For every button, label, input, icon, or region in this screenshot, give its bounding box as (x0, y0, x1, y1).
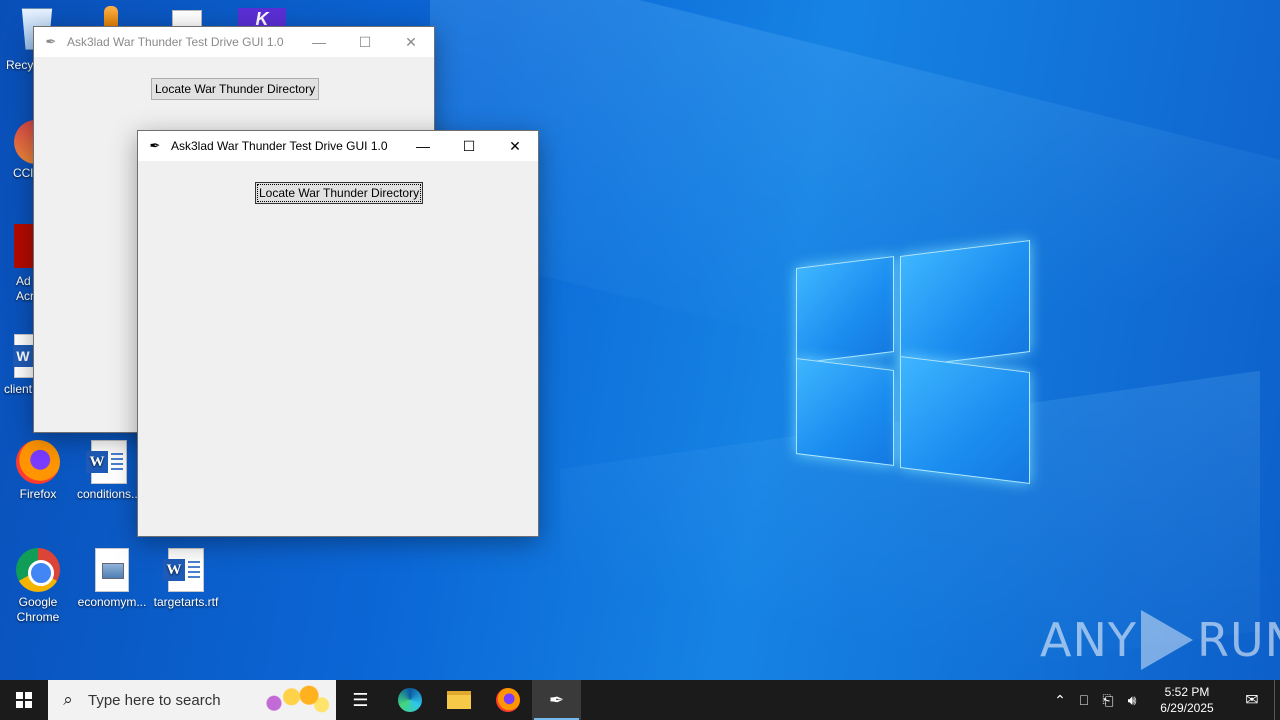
notification-icon[interactable]: ✉ (1230, 690, 1274, 710)
feather-icon: ✒ (45, 34, 57, 49)
desktop-icon-acrobat[interactable]: Ad Acr (0, 274, 36, 304)
minimize-button[interactable]: — (296, 27, 342, 57)
maximize-button[interactable]: ☐ (342, 27, 388, 57)
app-icon[interactable]: K (238, 8, 286, 29)
taskbar: ⌕ Type here to search ☰ ✒ ⌃ ⎕ ⎗ 🔊︎ 5:52 … (0, 680, 1280, 720)
locate-directory-button[interactable]: Locate War Thunder Directory (255, 182, 424, 204)
start-button[interactable] (0, 680, 48, 720)
minimize-button[interactable]: — (400, 131, 446, 161)
close-button[interactable]: ✕ (492, 131, 538, 161)
word-doc-icon: W (163, 548, 204, 592)
windows-start-icon (16, 692, 32, 708)
taskbar-app-button[interactable]: ✒ (532, 680, 581, 720)
window-title: Ask3lad War Thunder Test Drive GUI 1.0 (67, 35, 284, 49)
edge-icon (397, 688, 422, 712)
desktop-icon-label: Google Chrome (16, 595, 60, 624)
maximize-button[interactable]: ☐ (446, 131, 492, 161)
feather-icon: ✒ (149, 138, 161, 153)
app-window-front[interactable]: ✒ Ask3lad War Thunder Test Drive GUI 1.0… (137, 130, 539, 537)
search-highlight-flowers-icon (260, 684, 330, 716)
task-view-button[interactable]: ☰ (336, 680, 385, 720)
installer-icon[interactable] (104, 6, 118, 28)
image-file-icon (95, 548, 129, 592)
firefox-icon (16, 440, 60, 484)
clock-time: 5:52 PM (1164, 685, 1210, 699)
windows-wallpaper-logo (796, 240, 1030, 484)
firefox-icon (495, 688, 520, 712)
window-titlebar[interactable]: ✒ Ask3lad War Thunder Test Drive GUI 1.0… (138, 131, 538, 161)
taskbar-clock[interactable]: 5:52 PM 6/29/2025 (1144, 684, 1230, 716)
desktop-icon-label: conditions... (76, 487, 142, 501)
taskbar-search-box[interactable]: ⌕ Type here to search (48, 680, 336, 720)
locate-directory-button[interactable]: Locate War Thunder Directory (151, 78, 320, 100)
watermark-text-right: RUN (1196, 613, 1280, 667)
desktop-icon-label: Firefox (19, 487, 57, 501)
system-tray: ⌃ ⎕ ⎗ 🔊︎ 5:52 PM 6/29/2025 ✉ (1048, 680, 1280, 720)
desktop-icon-label: Ad Acr (16, 274, 34, 303)
show-desktop-button[interactable] (1274, 680, 1280, 720)
desktop-icon-economym[interactable]: economym... (74, 548, 150, 610)
volume-icon[interactable]: 🔊︎ (1120, 692, 1144, 709)
desktop-icon-firefox[interactable]: Firefox (0, 440, 76, 502)
taskbar-edge-button[interactable] (385, 680, 434, 720)
search-icon: ⌕ (63, 690, 73, 709)
desktop-icon-label: client (4, 382, 33, 396)
desktop-icon-chrome[interactable]: Google Chrome (0, 548, 76, 625)
network-icon[interactable]: ⎗ (1096, 692, 1120, 709)
anyrun-watermark: ANY RUN (1040, 610, 1280, 670)
desktop-icon-client[interactable]: client (0, 382, 36, 397)
desktop-icon-label: CCl (13, 166, 33, 180)
window-titlebar[interactable]: ✒ Ask3lad War Thunder Test Drive GUI 1.0… (34, 27, 434, 57)
task-view-icon: ☰ (352, 689, 369, 710)
device-icon[interactable]: ⎕ (1072, 692, 1096, 709)
watermark-text-left: ANY (1040, 613, 1137, 667)
folder-icon (446, 691, 471, 709)
search-placeholder: Type here to search (88, 691, 221, 709)
window-title: Ask3lad War Thunder Test Drive GUI 1.0 (171, 139, 388, 153)
taskbar-file-explorer-button[interactable] (434, 680, 483, 720)
chrome-icon (16, 548, 60, 592)
word-doc-icon: W (86, 440, 127, 484)
desktop-icon-conditions[interactable]: W conditions... (71, 440, 147, 502)
close-button[interactable]: ✕ (388, 27, 434, 57)
feather-icon: ✒ (548, 689, 565, 710)
desktop-icon-label: targetarts.rtf (153, 595, 219, 609)
play-icon (1140, 610, 1193, 670)
clock-date: 6/29/2025 (1160, 701, 1214, 715)
desktop-icon-label: economym... (77, 595, 147, 609)
desktop-icon-ccleaner[interactable]: CCl (0, 166, 36, 181)
desktop-icon-targetarts[interactable]: W targetarts.rtf (148, 548, 224, 610)
taskbar-firefox-button[interactable] (483, 680, 532, 720)
desktop-icon-label: Recy (6, 58, 34, 72)
chevron-up-icon[interactable]: ⌃ (1048, 692, 1072, 709)
